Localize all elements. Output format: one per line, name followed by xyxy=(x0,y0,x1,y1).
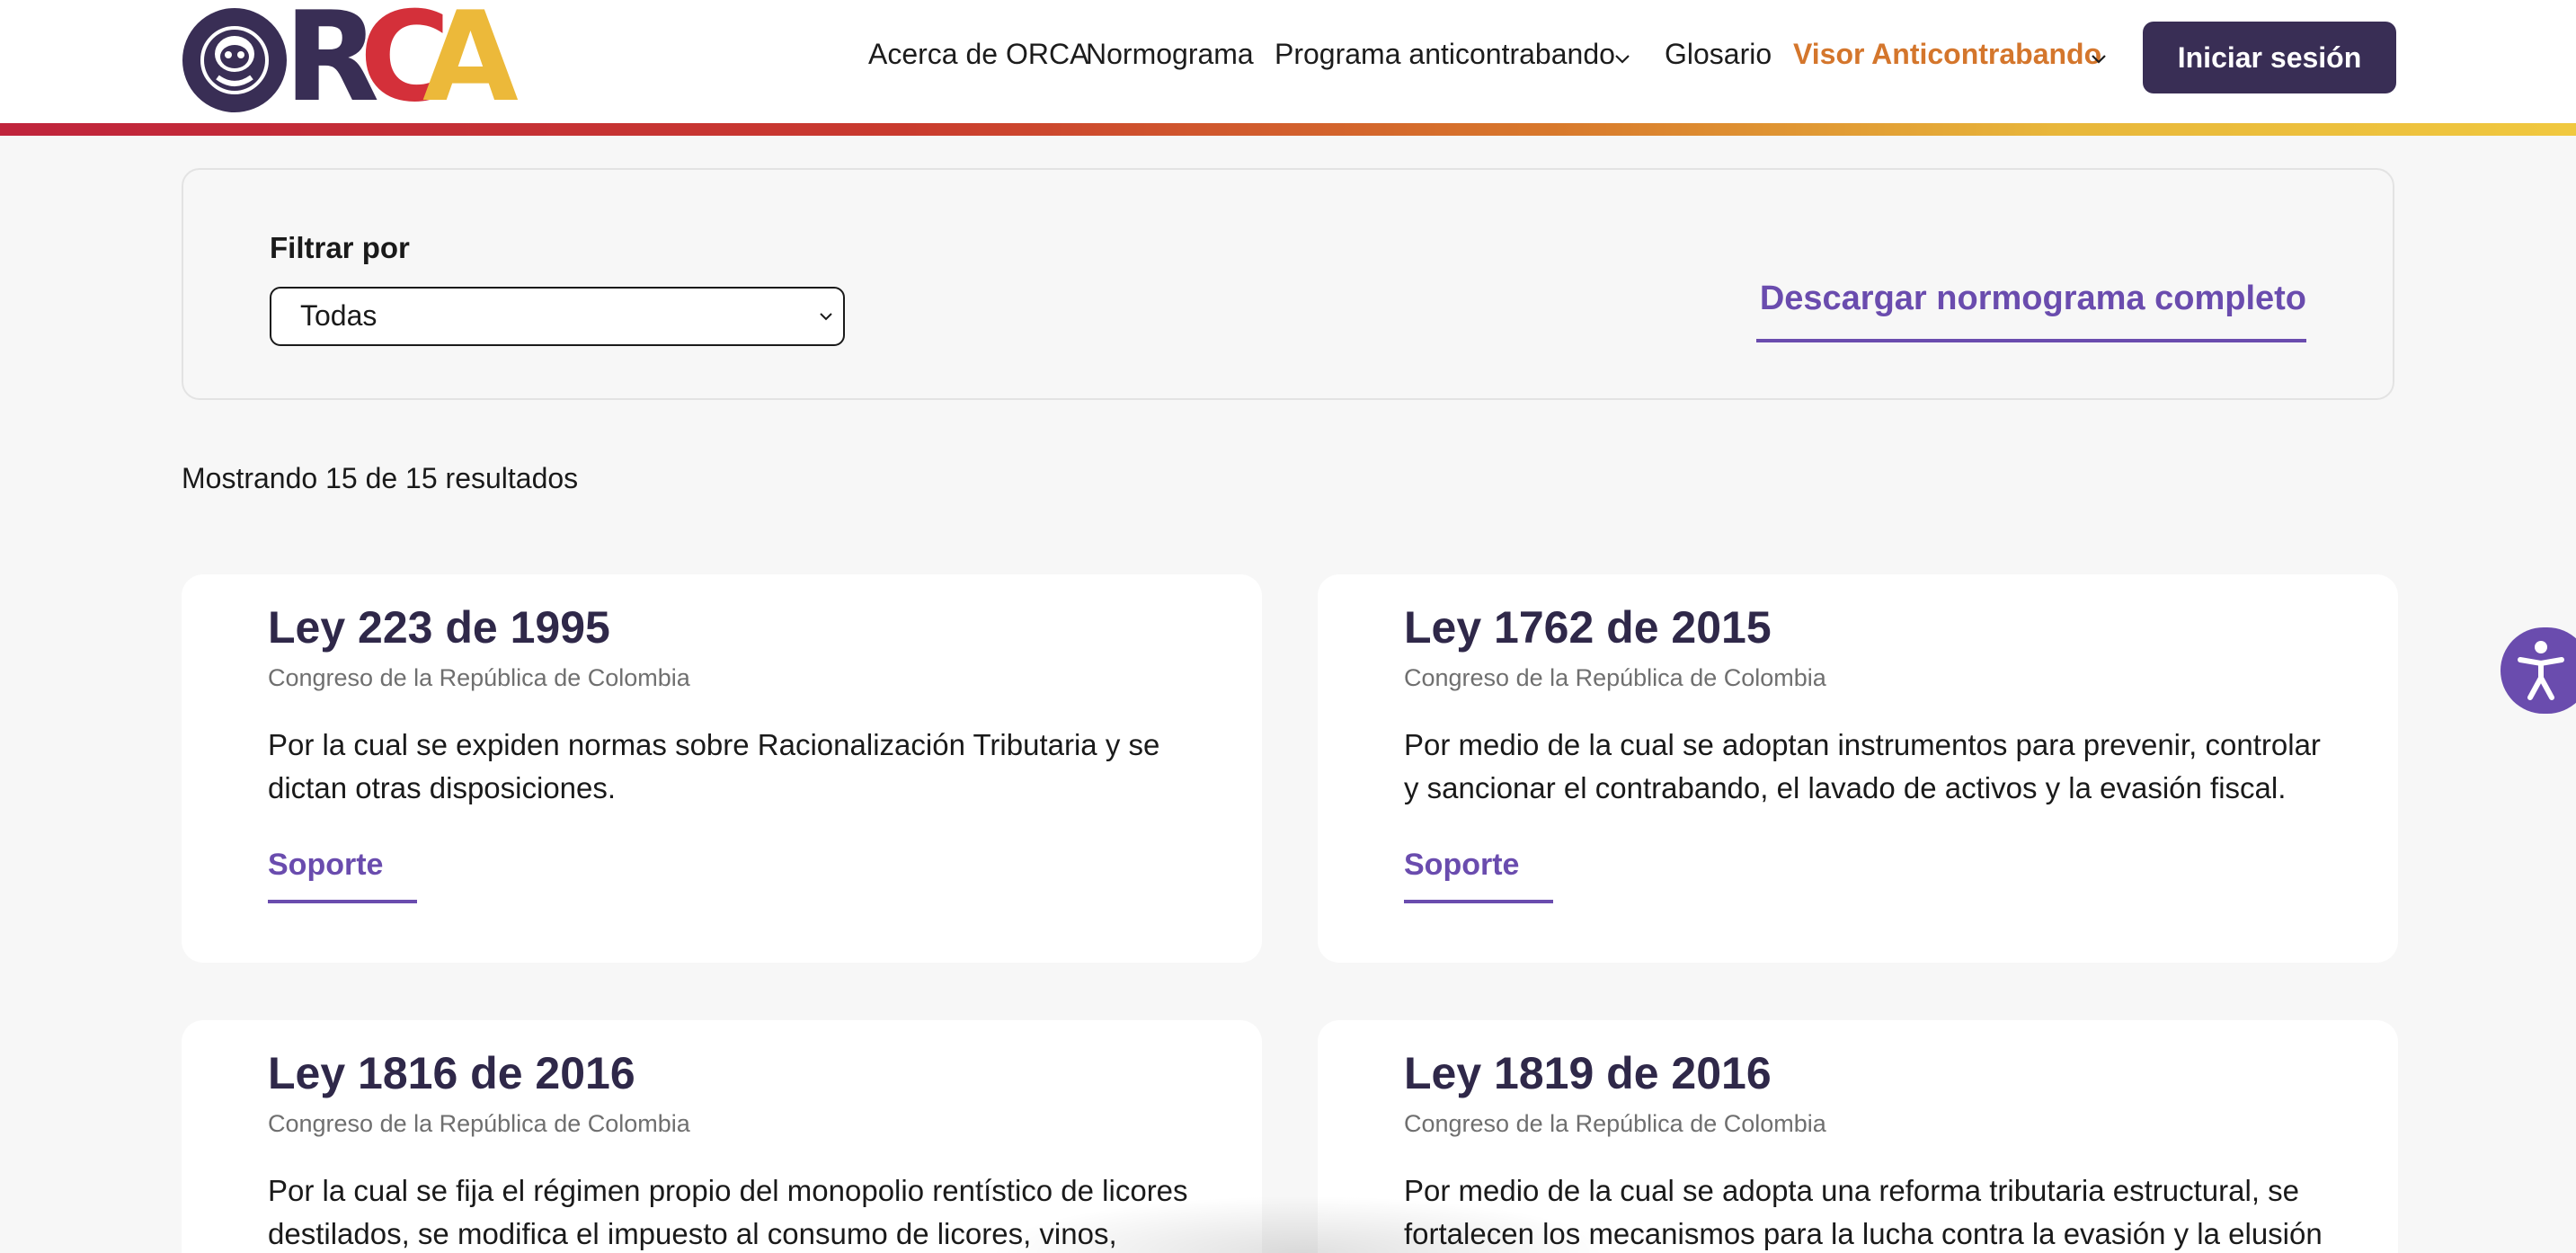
nav-item-programa[interactable]: Programa anticontrabando xyxy=(1275,38,1615,71)
law-card: Ley 1762 de 2015 Congreso de la Repúblic… xyxy=(1318,574,2398,963)
filter-label: Filtrar por xyxy=(270,231,410,264)
orca-mascot-icon xyxy=(182,8,287,112)
card-title: Ley 1819 de 2016 xyxy=(1404,1048,1772,1098)
nav-item-acerca[interactable]: Acerca de ORCA xyxy=(868,38,1088,71)
accessibility-icon xyxy=(2518,641,2564,700)
chevron-down-icon[interactable] xyxy=(1614,50,1630,67)
chevron-down-icon[interactable] xyxy=(2091,50,2107,67)
chevron-down-icon xyxy=(820,313,832,321)
card-description: Por medio de la cual se adopta una refor… xyxy=(1404,1174,2323,1250)
card-title: Ley 1816 de 2016 xyxy=(268,1048,635,1098)
card-description: Por medio de la cual se adoptan instrume… xyxy=(1404,728,2321,804)
law-card: Ley 223 de 1995 Congreso de la República… xyxy=(182,574,1262,963)
login-button[interactable]: Iniciar sesión xyxy=(2143,22,2396,93)
card-issuer: Congreso de la República de Colombia xyxy=(268,664,690,691)
soporte-link[interactable]: Soporte xyxy=(268,848,383,883)
filter-select[interactable]: Todas xyxy=(270,287,845,346)
nav-item-visor[interactable]: Visor Anticontrabando xyxy=(1793,38,2101,71)
nav-item-glosario[interactable]: Glosario xyxy=(1665,38,1772,71)
nav-item-normograma[interactable]: Normograma xyxy=(1086,38,1254,71)
card-title: Ley 1762 de 2015 xyxy=(1404,602,1772,653)
card-title: Ley 223 de 1995 xyxy=(268,602,610,653)
soporte-link-underline xyxy=(268,900,417,903)
law-card: Ley 1816 de 2016 Congreso de la Repúblic… xyxy=(182,1020,1262,1253)
soporte-link-underline xyxy=(1404,900,1553,903)
results-summary: Mostrando 15 de 15 resultados xyxy=(182,462,579,494)
header-gradient-bar xyxy=(0,123,2576,136)
card-issuer: Congreso de la República de Colombia xyxy=(1404,664,1826,691)
site-header: R C A Acerca de ORCA Normograma Programa… xyxy=(0,0,2576,123)
card-issuer: Congreso de la República de Colombia xyxy=(268,1110,690,1137)
law-card: Ley 1819 de 2016 Congreso de la Repúblic… xyxy=(1318,1020,2398,1253)
download-link-underline xyxy=(1756,339,2306,342)
card-issuer: Congreso de la República de Colombia xyxy=(1404,1110,1826,1137)
filter-select-value: Todas xyxy=(300,299,378,332)
orca-logo[interactable]: R C A xyxy=(182,0,519,120)
accessibility-button[interactable] xyxy=(2500,627,2576,714)
filter-panel: Filtrar por Todas Descargar normograma c… xyxy=(182,168,2394,400)
card-description: Por la cual se fija el régimen propio de… xyxy=(268,1174,1188,1250)
card-description: Por la cual se expiden normas sobre Raci… xyxy=(268,728,1160,804)
soporte-link[interactable]: Soporte xyxy=(1404,848,1519,883)
download-normograma-link[interactable]: Descargar normograma completo xyxy=(1760,280,2306,318)
